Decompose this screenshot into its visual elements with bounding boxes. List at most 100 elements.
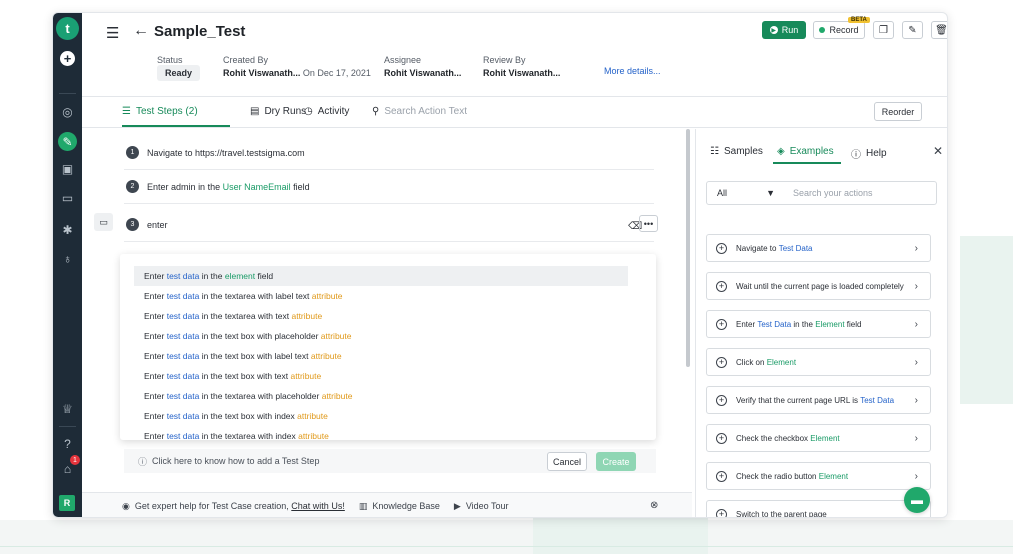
example-card[interactable]: + Check the checkbox Element › bbox=[706, 424, 931, 452]
step-action-text: Navigate to bbox=[147, 147, 193, 158]
trash-icon[interactable]: 🗑 bbox=[931, 21, 947, 39]
more-details-link[interactable]: More details... bbox=[604, 66, 661, 76]
example-card[interactable]: + Click on Element › bbox=[706, 348, 931, 376]
suggestion-test-data: test data bbox=[166, 371, 200, 381]
step-url: https://travel.testsigma.com bbox=[195, 147, 305, 158]
dashboard-icon[interactable]: ◎ bbox=[58, 102, 77, 121]
copy-icon[interactable]: ❐ bbox=[873, 21, 894, 39]
search-actions-input[interactable]: Search your actions bbox=[793, 188, 873, 198]
help-icon: ⓘ bbox=[851, 150, 861, 161]
suggestion-attribute: attribute bbox=[320, 331, 352, 341]
suggestion-attribute: attribute bbox=[321, 391, 353, 401]
tab-test-steps-label: Test Steps (2) bbox=[135, 106, 198, 117]
created-by-value: Rohit Viswanath... On Dec 17, 2021 bbox=[223, 68, 371, 78]
suggestion-item[interactable]: Enter test data in the text box with pla… bbox=[134, 326, 628, 346]
assignee-label: Assignee bbox=[384, 55, 422, 65]
background-decoration bbox=[960, 236, 1013, 404]
plus-circle-icon: + bbox=[716, 394, 727, 406]
menu-icon[interactable]: ☰ bbox=[106, 24, 119, 42]
testsigma-logo[interactable]: t bbox=[56, 17, 79, 40]
notification-badge: 1 bbox=[70, 455, 80, 465]
review-by-value: Rohit Viswanath... bbox=[483, 68, 561, 78]
comment-icon[interactable]: ▭ bbox=[94, 213, 113, 231]
bug-icon[interactable]: ✱ bbox=[58, 220, 77, 239]
tab-dry-runs[interactable]: ▤ Dry Runs bbox=[250, 106, 306, 117]
reorder-button[interactable]: Reorder bbox=[874, 102, 922, 121]
test-step-1[interactable]: 1 Navigate to https://travel.testsigma.c… bbox=[124, 136, 654, 170]
bell-icon[interactable]: ♁ bbox=[58, 249, 77, 268]
step-action-text: in the bbox=[198, 181, 221, 192]
edit-pencil-icon[interactable]: ✎ bbox=[902, 21, 923, 39]
suggestion-item[interactable]: Enter test data in the text box with ind… bbox=[134, 406, 628, 426]
tab-samples[interactable]: ☷ Samples bbox=[710, 146, 763, 157]
briefcase-icon[interactable]: ▣ bbox=[58, 159, 77, 178]
suggestion-item[interactable]: Enter test data in the text box with lab… bbox=[134, 346, 628, 366]
video-tour-link[interactable]: Video Tour bbox=[466, 501, 509, 511]
test-step-3-editor[interactable]: 3 enter bbox=[124, 208, 654, 242]
cancel-button[interactable]: Cancel bbox=[547, 452, 587, 471]
suggestion-test-data: test data bbox=[166, 331, 200, 341]
edit-icon[interactable]: ✎ bbox=[58, 132, 77, 151]
suggestion-item[interactable]: Enter test data in the textarea with ind… bbox=[134, 426, 628, 440]
example-text: Wait until the current page is loaded co… bbox=[736, 281, 904, 291]
chevron-right-icon: › bbox=[914, 432, 918, 444]
tab-examples[interactable]: ◈ Examples bbox=[777, 146, 834, 157]
plus-circle-icon: + bbox=[716, 356, 727, 368]
run-button[interactable]: ▶ Run bbox=[762, 21, 806, 39]
tab-test-steps[interactable]: ☰ Test Steps (2) bbox=[122, 106, 198, 117]
more-options-button[interactable]: ••• bbox=[639, 215, 658, 232]
suggestion-text: in the text box with text bbox=[201, 371, 289, 381]
example-element: Element bbox=[810, 433, 840, 443]
action-filter-select[interactable]: All ▼ bbox=[707, 188, 783, 198]
close-footer-icon[interactable]: ⊗ bbox=[650, 500, 658, 511]
created-on-date: On Dec 17, 2021 bbox=[302, 68, 371, 78]
example-card[interactable]: + Enter Test Data in the Element field › bbox=[706, 310, 931, 338]
monitor-icon[interactable]: ▭ bbox=[58, 188, 77, 207]
plus-icon[interactable]: + bbox=[60, 51, 75, 66]
left-rail: t + ◎ ✎ ▣ ▭ ✱ ♁ ♕ ? ⌂ 1 R bbox=[53, 13, 82, 517]
help-icon[interactable]: ? bbox=[58, 434, 77, 453]
chevron-right-icon: › bbox=[914, 242, 918, 254]
suggestion-item[interactable]: Enter test data in the textarea with lab… bbox=[134, 286, 628, 306]
assignee-value: Rohit Viswanath... bbox=[384, 68, 462, 78]
suggestion-item[interactable]: Enter test data in the element field bbox=[134, 266, 628, 286]
test-step-2[interactable]: 2 Enter admin in the User NameEmail fiel… bbox=[124, 170, 654, 204]
suggestion-item[interactable]: Enter test data in the textarea with tex… bbox=[134, 306, 628, 326]
example-card[interactable]: + Navigate to Test Data › bbox=[706, 234, 931, 262]
suggestion-text: in the text box with label text bbox=[201, 351, 309, 361]
award-icon[interactable]: ♕ bbox=[58, 399, 77, 418]
tab-help[interactable]: ⓘ Help bbox=[851, 146, 887, 161]
create-button[interactable]: Create bbox=[596, 452, 636, 471]
record-button[interactable]: Record bbox=[813, 21, 865, 39]
search-action-placeholder: Search Action Text bbox=[384, 106, 467, 117]
examples-panel: ☷ Samples ◈ Examples ⓘ Help ✕ All ▼ Search y… bbox=[695, 129, 947, 517]
example-text: Check the checkbox bbox=[736, 433, 809, 443]
chevron-right-icon: › bbox=[914, 318, 918, 330]
user-avatar[interactable]: R bbox=[59, 495, 75, 511]
example-element: Element bbox=[766, 357, 797, 367]
suggestion-attribute: attribute bbox=[310, 351, 342, 361]
test-case-header: ☰ ← Sample_Test Status Ready Created By … bbox=[82, 13, 947, 97]
knowledge-base-link[interactable]: Knowledge Base bbox=[372, 501, 440, 511]
plus-circle-icon: + bbox=[716, 508, 727, 517]
step-input-text[interactable]: enter bbox=[147, 220, 168, 230]
back-arrow-icon[interactable]: ← bbox=[133, 22, 149, 40]
chat-bubble-icon[interactable]: ▬ bbox=[904, 487, 930, 513]
suggestion-item[interactable]: Enter test data in the text box with tex… bbox=[134, 366, 628, 386]
help-footer: ◉ Get expert help for Test Case creation… bbox=[82, 492, 692, 517]
example-card[interactable]: + Verify that the current page URL is Tes… bbox=[706, 386, 931, 414]
tab-activity[interactable]: ◷ Activity bbox=[304, 106, 349, 117]
suggestion-test-data: test data bbox=[166, 311, 200, 321]
suggestion-text: Enter bbox=[144, 411, 165, 421]
close-panel-icon[interactable]: ✕ bbox=[933, 144, 943, 158]
chat-with-us-link[interactable]: Chat with Us! bbox=[291, 501, 345, 511]
suggestion-item[interactable]: Enter test data in the textarea with pla… bbox=[134, 386, 628, 406]
steps-scrollbar[interactable] bbox=[686, 129, 690, 367]
add-step-help-link[interactable]: Click here to know how to add a Test Ste… bbox=[152, 456, 319, 466]
suggestion-text: in the bbox=[201, 271, 223, 281]
example-card[interactable]: + Wait until the current page is loaded c… bbox=[706, 272, 931, 300]
example-card[interactable]: + Switch to the parent page bbox=[706, 500, 931, 517]
step-test-data: admin bbox=[171, 181, 196, 192]
search-action-input[interactable]: ⚲ Search Action Text bbox=[372, 106, 467, 117]
example-card[interactable]: + Check the radio button Element › bbox=[706, 462, 931, 490]
